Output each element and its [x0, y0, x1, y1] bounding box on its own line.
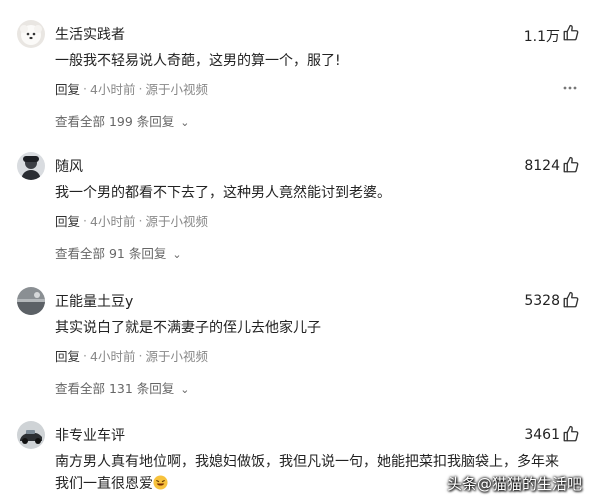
username[interactable]: 非专业车评 [55, 425, 125, 445]
like-count: 3461 [524, 427, 560, 443]
thumbs-up-icon[interactable] [562, 24, 580, 42]
source-link[interactable]: 源于小视频 [145, 346, 208, 365]
separator-dot: · [138, 213, 143, 228]
comment-item: 生活实践者 1.1万 一般我不轻易说人奇葩，这男的算一个，服了! 回复 · 4小… [0, 20, 596, 150]
chevron-down-icon: ⌄ [180, 116, 190, 129]
comment-item: 随风 8124 我一个男的都看不下去了，这种男人竟然能讨到老婆。 回复 · 4小… [0, 152, 596, 282]
separator-dot: · [138, 348, 143, 363]
comment-meta: 回复 · 4小时前 · 源于小视频 [55, 79, 208, 98]
comment-text: 其实说白了就是不满妻子的侄儿去他家儿子 [55, 320, 321, 336]
username[interactable]: 正能量土豆y [55, 291, 133, 311]
reply-button[interactable]: 回复 [55, 79, 80, 98]
source-label: 源于小视频 [145, 349, 208, 364]
view-replies-link[interactable]: 查看全部 199 条回复 ⌄ [55, 111, 190, 130]
timestamp: 4小时前 [90, 349, 136, 364]
avatar[interactable] [17, 421, 45, 449]
separator-dot: · [83, 213, 87, 228]
source-label: 源于小视频 [145, 82, 208, 97]
timestamp: 4小时前 [90, 82, 136, 97]
source-link[interactable]: 源于小视频 [145, 79, 208, 98]
view-replies-label: 查看全部 91 条回复 [55, 246, 167, 261]
username[interactable]: 随风 [55, 156, 83, 176]
like-count: 8124 [524, 158, 560, 174]
comment-item: 正能量土豆y 5328 其实说白了就是不满妻子的侄儿去他家儿子 回复 · 4小时… [0, 287, 596, 417]
view-replies-link[interactable]: 查看全部 131 条回复 ⌄ [55, 378, 190, 397]
watermark: 头条@猫猫的生活吧 [446, 475, 582, 493]
view-replies-link[interactable]: 查看全部 91 条回复 ⌄ [55, 243, 182, 262]
view-replies-label: 查看全部 199 条回复 [55, 114, 175, 129]
thumbs-up-icon[interactable] [562, 156, 580, 174]
chevron-down-icon: ⌄ [172, 248, 182, 261]
thumbs-up-icon[interactable] [562, 425, 580, 443]
view-replies-label: 查看全部 131 条回复 [55, 381, 175, 396]
laughing-face-emoji [153, 475, 168, 490]
chevron-down-icon: ⌄ [180, 383, 190, 396]
comment-meta: 回复 · 4小时前 · 源于小视频 [55, 211, 208, 230]
source-link[interactable]: 源于小视频 [145, 211, 208, 230]
separator-dot: · [83, 81, 87, 96]
avatar[interactable] [17, 20, 45, 48]
like-count: 1.1万 [523, 29, 560, 45]
comment-text: 我一个男的都看不下去了，这种男人竟然能讨到老婆。 [55, 185, 391, 201]
like-count: 5328 [524, 293, 560, 309]
separator-dot: · [83, 348, 87, 363]
timestamp: 4小时前 [90, 214, 136, 229]
username[interactable]: 生活实践者 [55, 24, 125, 44]
comment-text: 一般我不轻易说人奇葩，这男的算一个，服了! [55, 53, 341, 69]
reply-button[interactable]: 回复 [55, 211, 80, 230]
thumbs-up-icon[interactable] [562, 291, 580, 309]
comment-meta: 回复 · 4小时前 · 源于小视频 [55, 346, 208, 365]
avatar[interactable] [17, 152, 45, 180]
more-horizontal-icon[interactable] [562, 80, 578, 96]
avatar[interactable] [17, 287, 45, 315]
separator-dot: · [138, 81, 143, 96]
source-label: 源于小视频 [145, 214, 208, 229]
reply-button[interactable]: 回复 [55, 346, 80, 365]
